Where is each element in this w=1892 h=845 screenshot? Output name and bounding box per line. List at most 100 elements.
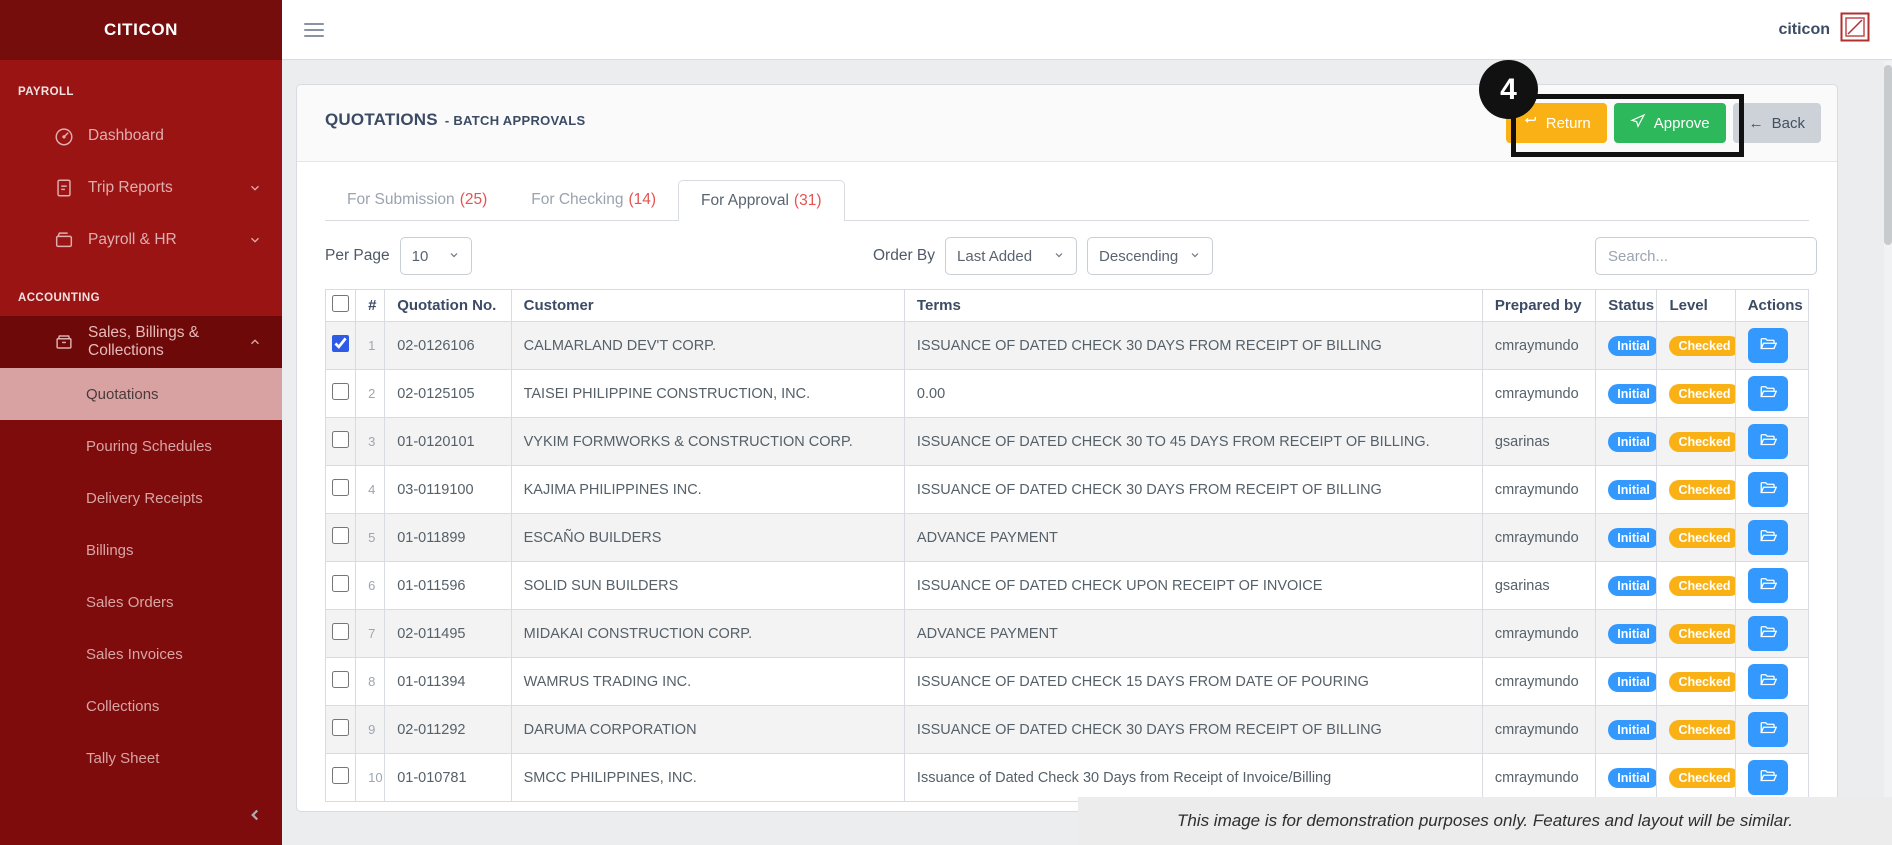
level-cell: Checked (1657, 562, 1735, 610)
row-checkbox[interactable] (332, 383, 349, 400)
return-button[interactable]: Return (1506, 103, 1607, 143)
sidebar-item-payroll-hr[interactable]: Payroll & HR (0, 214, 282, 266)
sidebar-item-pouring-schedules[interactable]: Pouring Schedules (0, 420, 282, 472)
tab-for-approval[interactable]: For Approval (31) (678, 180, 844, 221)
sidebar: CITICON PAYROLL Dashboard Trip Reports P… (0, 0, 282, 845)
order-by-select[interactable]: Last Added (945, 237, 1077, 275)
row-checkbox[interactable] (332, 431, 349, 448)
sidebar-item-sales-invoices[interactable]: Sales Invoices (0, 628, 282, 680)
sidebar-item-label: Payroll & HR (88, 231, 177, 249)
tab-for-checking[interactable]: For Checking (14) (509, 180, 678, 220)
actions-cell (1735, 754, 1808, 802)
page-title: QUOTATIONS - BATCH APPROVALS (325, 103, 585, 130)
status-cell: Initial (1596, 658, 1657, 706)
quotation-no-cell: 01-010781 (385, 754, 511, 802)
sidebar-submenu: Quotations Pouring Schedules Delivery Re… (0, 368, 282, 845)
send-icon (1630, 113, 1646, 133)
table-row: 801-011394WAMRUS TRADING INC.ISSUANCE OF… (326, 658, 1809, 706)
open-record-button[interactable] (1748, 616, 1788, 651)
status-badge: Initial (1608, 528, 1657, 548)
actions-cell (1735, 466, 1808, 514)
sidebar-item-delivery-receipts[interactable]: Delivery Receipts (0, 472, 282, 524)
main-area: citicon QUOTATIONS - BATCH APPROVALS (282, 0, 1892, 845)
level-cell: Checked (1657, 466, 1735, 514)
approve-button[interactable]: Approve (1614, 103, 1726, 143)
hamburger-menu-button[interactable] (304, 23, 324, 37)
quotation-no-cell: 02-011292 (385, 706, 511, 754)
customer-cell: ESCAÑO BUILDERS (511, 514, 904, 562)
actions-cell (1735, 706, 1808, 754)
sidebar-item-sales-orders[interactable]: Sales Orders (0, 576, 282, 628)
row-checkbox[interactable] (332, 767, 349, 784)
quotation-no-cell: 02-0125105 (385, 370, 511, 418)
page-scrollbar[interactable] (1884, 61, 1892, 845)
terms-cell: ISSUANCE OF DATED CHECK 30 TO 45 DAYS FR… (904, 418, 1482, 466)
actions-cell (1735, 562, 1808, 610)
sidebar-item-dashboard[interactable]: Dashboard (0, 110, 282, 162)
terms-cell: ISSUANCE OF DATED CHECK 30 DAYS FROM REC… (904, 466, 1482, 514)
table-row: 501-011899ESCAÑO BUILDERSADVANCE PAYMENT… (326, 514, 1809, 562)
row-checkbox[interactable] (332, 623, 349, 640)
status-cell: Initial (1596, 370, 1657, 418)
terms-cell: 0.00 (904, 370, 1482, 418)
sidebar-collapse-button[interactable] (246, 806, 264, 829)
row-number: 1 (356, 322, 385, 370)
chevron-down-icon (448, 248, 460, 265)
actions-cell (1735, 418, 1808, 466)
row-checkbox[interactable] (332, 671, 349, 688)
level-cell: Checked (1657, 658, 1735, 706)
open-record-button[interactable] (1748, 712, 1788, 747)
open-record-button[interactable] (1748, 472, 1788, 507)
table-row: 1001-010781SMCC PHILIPPINES, INC.Issuanc… (326, 754, 1809, 802)
prepared-by-cell: cmraymundo (1482, 754, 1595, 802)
row-checkbox[interactable] (332, 575, 349, 592)
back-button[interactable]: ← Back (1733, 103, 1821, 143)
customer-cell: WAMRUS TRADING INC. (511, 658, 904, 706)
brand-text: citicon (1778, 21, 1830, 39)
chevron-down-icon (248, 181, 262, 195)
disclaimer-banner: This image is for demonstration purposes… (1078, 797, 1892, 845)
open-record-button[interactable] (1748, 520, 1788, 555)
sidebar-item-tally-sheet[interactable]: Tally Sheet (0, 732, 282, 784)
tab-for-submission[interactable]: For Submission (25) (325, 180, 509, 220)
topbar-brand[interactable]: citicon (1778, 12, 1870, 47)
row-checkbox[interactable] (332, 719, 349, 736)
direction-select[interactable]: Descending (1087, 237, 1213, 275)
col-terms: Terms (904, 290, 1482, 322)
level-badge: Checked (1669, 480, 1735, 500)
sidebar-item-quotations[interactable]: Quotations (0, 368, 282, 420)
row-checkbox[interactable] (332, 527, 349, 544)
tab-count: (14) (628, 191, 656, 209)
sidebar-item-label: Sales, Billings & Collections (88, 324, 236, 360)
terms-cell: ISSUANCE OF DATED CHECK 30 DAYS FROM REC… (904, 706, 1482, 754)
sidebar-item-billings[interactable]: Billings (0, 524, 282, 576)
customer-cell: SMCC PHILIPPINES, INC. (511, 754, 904, 802)
actions-cell (1735, 658, 1808, 706)
open-record-button[interactable] (1748, 376, 1788, 411)
col-num: # (356, 290, 385, 322)
quotation-no-cell: 03-0119100 (385, 466, 511, 514)
row-checkbox[interactable] (332, 335, 349, 352)
sidebar-item-sales-billings-collections[interactable]: Sales, Billings & Collections (0, 316, 282, 368)
row-number: 3 (356, 418, 385, 466)
open-folder-icon (1759, 527, 1777, 548)
open-record-button[interactable] (1748, 424, 1788, 459)
chevron-down-icon (248, 751, 262, 765)
table-header-row: # Quotation No. Customer Terms Prepared … (326, 290, 1809, 322)
sidebar-item-collections[interactable]: Collections (0, 680, 282, 732)
open-record-button[interactable] (1748, 664, 1788, 699)
status-cell: Initial (1596, 562, 1657, 610)
per-page-select[interactable]: 10 (400, 237, 472, 275)
quotation-no-cell: 01-011899 (385, 514, 511, 562)
status-cell: Initial (1596, 466, 1657, 514)
sidebar-item-trip-reports[interactable]: Trip Reports (0, 162, 282, 214)
open-folder-icon (1759, 479, 1777, 500)
open-folder-icon (1759, 575, 1777, 596)
select-all-checkbox[interactable] (332, 295, 349, 312)
search-input[interactable] (1595, 237, 1817, 275)
open-record-button[interactable] (1748, 568, 1788, 603)
row-checkbox[interactable] (332, 479, 349, 496)
level-cell: Checked (1657, 322, 1735, 370)
open-record-button[interactable] (1748, 760, 1788, 795)
open-record-button[interactable] (1748, 328, 1788, 363)
